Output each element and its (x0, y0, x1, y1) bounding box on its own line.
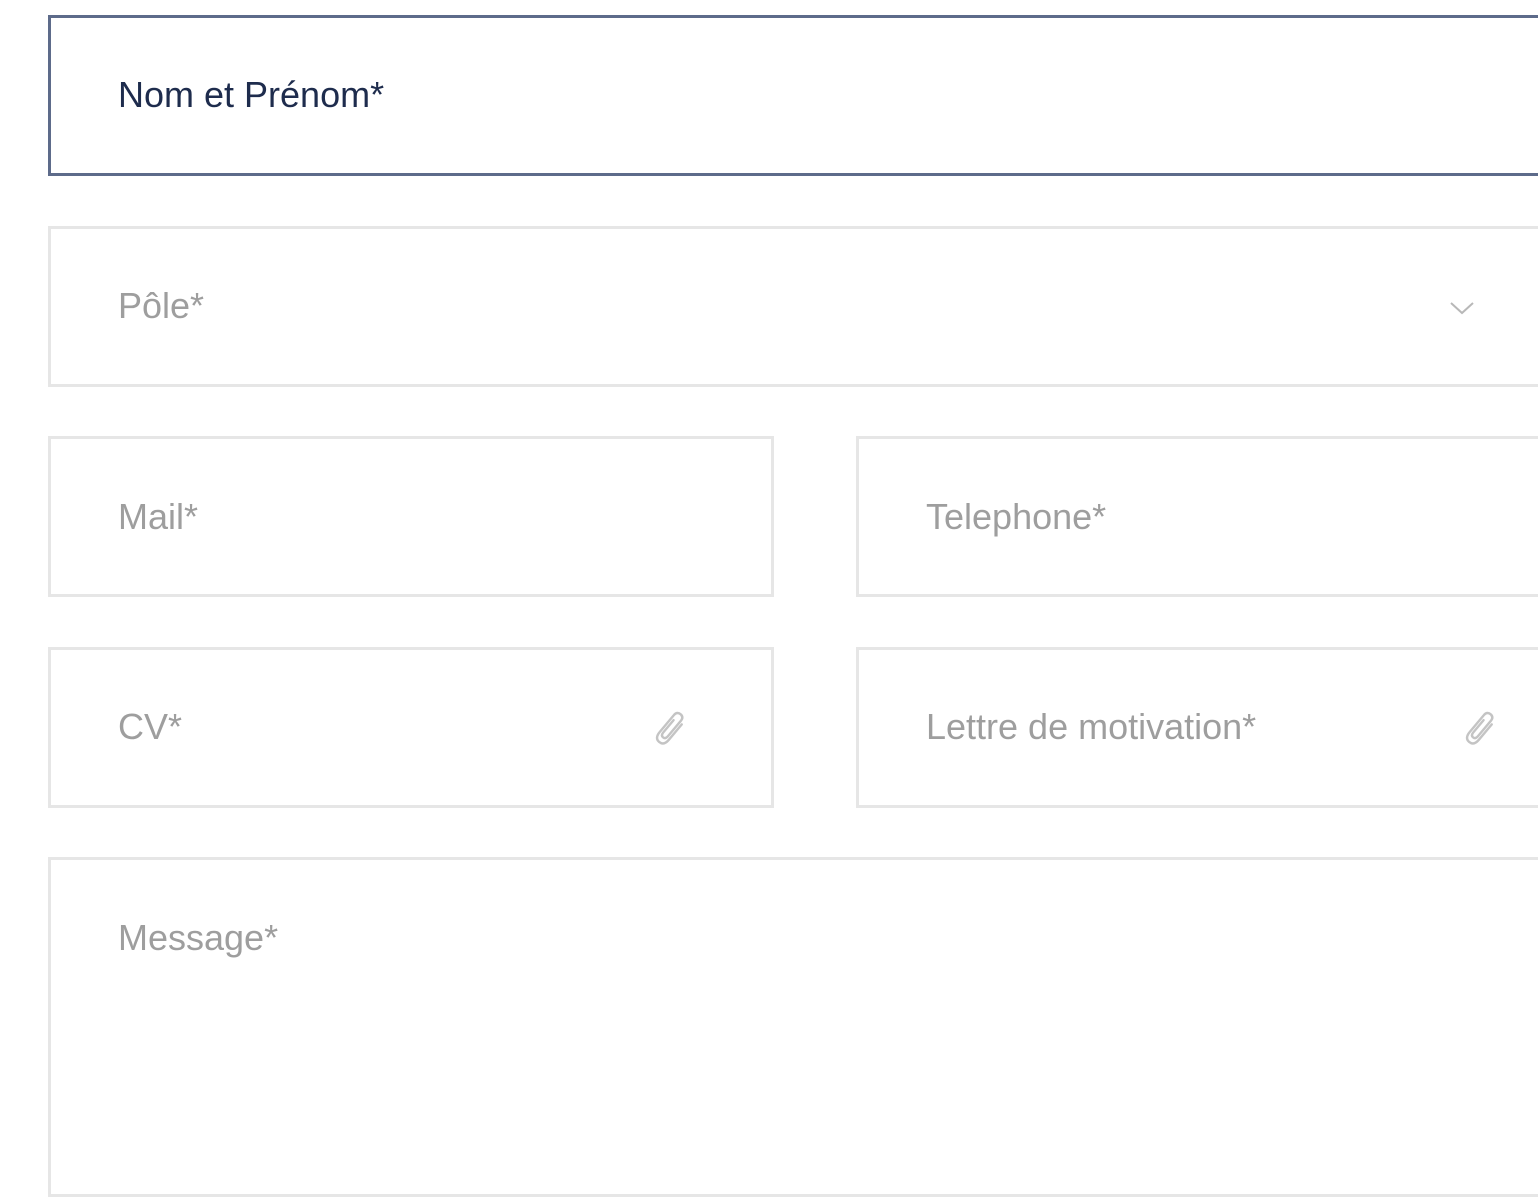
message-textarea[interactable]: Message* (48, 857, 1538, 1197)
letter-upload-field[interactable]: Lettre de motivation* (856, 647, 1538, 808)
mail-field[interactable]: Mail* (48, 436, 774, 597)
name-field[interactable]: Nom et Prénom* (48, 15, 1538, 176)
message-textarea-placeholder: Message* (118, 917, 279, 958)
pole-select-placeholder: Pôle* (118, 285, 205, 326)
phone-field-placeholder: Telephone* (926, 496, 1107, 537)
paperclip-icon[interactable] (649, 709, 693, 753)
chevron-down-icon[interactable] (1447, 293, 1477, 323)
cv-upload-placeholder: CV* (118, 706, 183, 747)
phone-field[interactable]: Telephone* (856, 436, 1538, 597)
paperclip-icon[interactable] (1459, 709, 1503, 753)
letter-upload-placeholder: Lettre de motivation* (926, 706, 1257, 747)
mail-field-placeholder: Mail* (118, 496, 199, 537)
name-field-placeholder: Nom et Prénom* (118, 74, 385, 115)
pole-select[interactable]: Pôle* (48, 226, 1538, 387)
application-form: Nom et Prénom* Pôle* Mail* Telephone* CV… (0, 0, 1538, 1197)
cv-upload-field[interactable]: CV* (48, 647, 774, 808)
